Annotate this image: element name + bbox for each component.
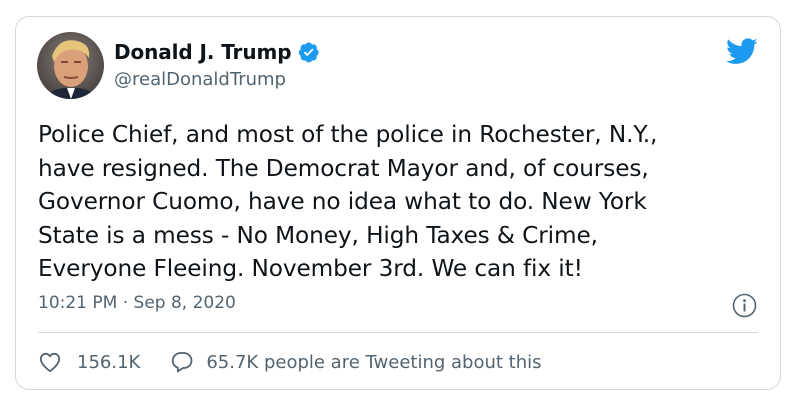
twitter-bird-icon[interactable]	[726, 38, 758, 65]
heart-icon	[38, 350, 62, 374]
tweeting-about-link[interactable]: 65.7K people are Tweeting about this	[170, 350, 542, 374]
display-name[interactable]: Donald J. Trump	[114, 40, 292, 64]
tweet-timestamp[interactable]: 10:21 PM · Sep 8, 2020	[38, 293, 236, 313]
tweet-actions: 156.1K 65.7K people are Tweeting about t…	[38, 349, 542, 375]
author-name-row[interactable]: Donald J. Trump	[114, 39, 320, 65]
like-count: 156.1K	[77, 351, 141, 373]
like-button[interactable]: 156.1K	[38, 350, 140, 374]
tweet-card: Donald J. Trump @realDonaldTrump Police …	[15, 16, 781, 390]
divider	[38, 332, 758, 333]
verified-badge-icon	[298, 41, 320, 63]
avatar[interactable]	[37, 32, 104, 99]
speech-bubble-icon	[170, 350, 194, 374]
info-icon[interactable]	[732, 293, 757, 318]
tweet-text: Police Chief, and most of the police in …	[38, 121, 658, 282]
tweeting-about-label: 65.7K people are Tweeting about this	[206, 351, 542, 373]
author-handle[interactable]: @realDonaldTrump	[114, 69, 286, 90]
